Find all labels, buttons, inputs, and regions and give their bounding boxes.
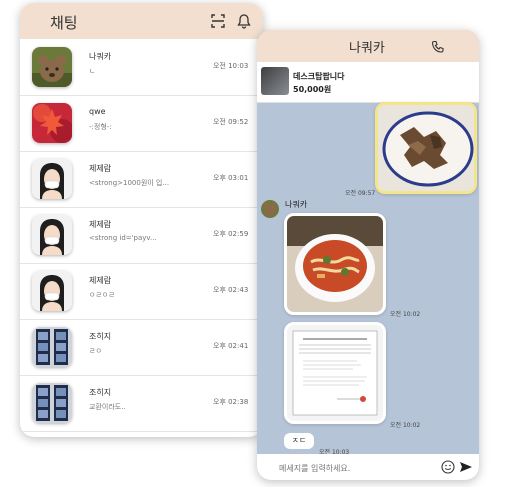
chat-preview: ㄹㅇ [89, 347, 102, 355]
chat-preview: <strong id='payv... [89, 234, 157, 242]
chat-preview: <strong>1000원이 입... [89, 179, 170, 187]
chat-list-item[interactable]: qwe -:정형-: 오전 09:52 [20, 95, 263, 152]
product-name: 데스크탑팝니다 [293, 72, 345, 81]
received-document-image-message[interactable] [284, 322, 386, 424]
emoji-icon[interactable] [441, 459, 455, 474]
avatar-maple-leaf [32, 103, 72, 143]
scan-icon[interactable] [210, 13, 226, 29]
received-image-message[interactable] [284, 213, 386, 315]
chat-time: 오후 02:38 [213, 398, 249, 406]
received-text-message[interactable]: ㅈㄷ [284, 433, 314, 449]
phone-icon[interactable] [431, 39, 445, 53]
avatar-photo-booth [32, 383, 72, 423]
message-time: 오전 10:02 [390, 422, 421, 429]
sent-image-message[interactable] [375, 102, 477, 194]
chat-list-item[interactable]: 조히지 ㄹㅇ 오후 02:41 [20, 319, 263, 376]
message-input-bar [257, 454, 479, 480]
chat-name: 나쿼카 [89, 52, 112, 61]
chat-list-item[interactable]: 제제람 ㅇㄹㅇㄹ 오후 02:43 [20, 263, 263, 320]
chat-list-header: 채팅 [20, 3, 263, 39]
message-time: 오전 10:02 [390, 311, 421, 318]
chat-name: 제제람 [89, 276, 112, 285]
chat-list-item[interactable]: 나쿼카 ㄴ 오전 10:03 [20, 39, 263, 96]
chat-name: 조히지 [89, 332, 112, 341]
chat-name: 제제람 [89, 164, 112, 173]
chat-time: 오전 09:52 [213, 118, 249, 126]
chat-list-item[interactable]: 조히지 교환이라도.. 오후 02:38 [20, 375, 263, 432]
sender-name: 나쿼카 [285, 200, 308, 209]
chat-preview: ㄴ [89, 67, 96, 75]
chat-room-title: 나쿼카 [349, 41, 385, 56]
avatar-photo-booth [32, 327, 72, 367]
chat-preview: -:정형-: [89, 123, 112, 131]
chat-time: 오전 10:03 [213, 62, 249, 70]
chat-room-screen: 나쿼카 데스크탑팝니다 50,000원 오전 09:57 나쿼카 오전 10:0… [257, 30, 479, 480]
avatar-quokka [32, 47, 72, 87]
product-bar[interactable]: 데스크탑팝니다 50,000원 [257, 62, 479, 103]
chat-time: 오후 02:41 [213, 342, 249, 350]
bell-icon[interactable] [236, 13, 252, 29]
chat-list-item[interactable]: 제제람 <strong id='payv... 오후 02:59 [20, 207, 263, 264]
product-thumbnail [261, 67, 289, 95]
send-icon[interactable] [459, 459, 473, 473]
chat-preview: ㅇㄹㅇㄹ [89, 291, 115, 299]
chat-time: 오후 02:43 [213, 286, 249, 294]
message-time: 오전 09:57 [345, 190, 376, 197]
chat-time: 오후 02:59 [213, 230, 249, 238]
chat-list-title: 채팅 [50, 14, 78, 32]
sender-avatar-quokka[interactable] [261, 200, 279, 218]
chat-list-item[interactable]: 제제람 <strong>1000원이 입... 오후 03:01 [20, 151, 263, 208]
product-price: 50,000원 [293, 85, 332, 94]
chat-name: 조히지 [89, 388, 112, 397]
chat-room-header: 나쿼카 [257, 30, 479, 62]
avatar-girl-mask [32, 215, 72, 255]
chat-list-screen: 채팅 나쿼카 ㄴ 오전 10:03 qwe -:정형-: 오전 09:52 제제… [20, 3, 263, 437]
chat-preview: 교환이라도.. [89, 403, 126, 411]
chat-time: 오후 03:01 [213, 174, 249, 182]
chat-name: 제제람 [89, 220, 112, 229]
avatar-girl-mask [32, 271, 72, 311]
chat-name: qwe [89, 107, 106, 116]
avatar-girl-mask [32, 159, 72, 199]
message-input[interactable] [277, 459, 441, 477]
